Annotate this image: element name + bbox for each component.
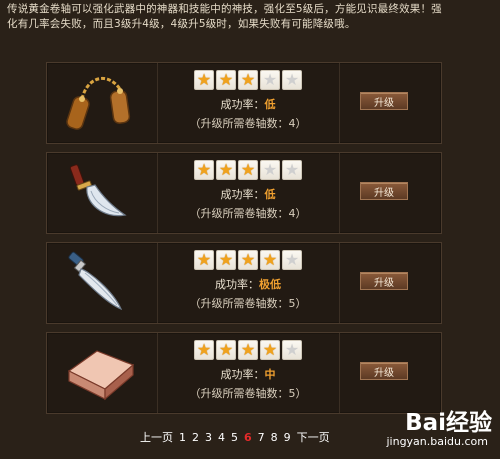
star-filled-icon: ★ xyxy=(238,160,258,180)
scroll-requirement: （升级所需卷轴数：5） xyxy=(189,387,307,400)
action-cell: 升级 xyxy=(340,153,443,233)
upgrade-button[interactable]: 升级 xyxy=(360,362,408,380)
star-filled-icon: ★ xyxy=(194,70,214,90)
page-link-3[interactable]: 3 xyxy=(205,431,212,444)
action-cell: 升级 xyxy=(340,243,443,323)
upgrade-row: ★ ★ ★ ★ ★ 成功率：低 （升级所需卷轴数：4） 升级 xyxy=(46,152,442,234)
page-link-5[interactable]: 5 xyxy=(231,431,238,444)
star-filled-icon: ★ xyxy=(194,340,214,360)
success-rate-label: 成功率： xyxy=(215,278,259,291)
star-empty-icon: ★ xyxy=(282,160,302,180)
upgrade-button[interactable]: 升级 xyxy=(360,182,408,200)
dagger-icon xyxy=(68,251,123,311)
page-link-8[interactable]: 8 xyxy=(271,431,278,444)
upgrade-row: ★ ★ ★ ★ ★ 成功率：中 （升级所需卷轴数：5） 升级 xyxy=(46,332,442,414)
star-filled-icon: ★ xyxy=(216,250,236,270)
upgrade-row: ★ ★ ★ ★ ★ 成功率：极低 （升级所需卷轴数：5） 升级 xyxy=(46,242,442,324)
star-filled-icon: ★ xyxy=(216,340,236,360)
watermark-logo: Bai经验 xyxy=(405,410,492,436)
success-rate: 成功率：低 xyxy=(157,186,339,201)
success-rate: 成功率：低 xyxy=(157,96,339,111)
upgrade-row: ★ ★ ★ ★ ★ 成功率：低 （升级所需卷轴数：4） 升级 xyxy=(46,62,442,144)
scroll-requirement: （升级所需卷轴数：4） xyxy=(189,207,307,220)
item-info-cell: ★ ★ ★ ★ ★ 成功率：极低 （升级所需卷轴数：5） xyxy=(157,243,340,323)
intro-text: 传说黄金卷轴可以强化武器中的神器和技能中的神技，强化至5级后，方能见识最终效果！… xyxy=(7,2,493,32)
item-image-cell xyxy=(47,333,158,413)
page-link-7[interactable]: 7 xyxy=(258,431,265,444)
page-link-2[interactable]: 2 xyxy=(192,431,199,444)
current-page: 6 xyxy=(244,430,252,444)
item-image-cell xyxy=(47,63,158,143)
star-filled-icon: ★ xyxy=(238,340,258,360)
action-cell: 升级 xyxy=(340,63,443,143)
star-rating: ★ ★ ★ ★ ★ xyxy=(157,160,339,182)
item-image-cell xyxy=(47,153,158,233)
success-rate-value: 低 xyxy=(264,98,276,111)
item-info-cell: ★ ★ ★ ★ ★ 成功率：中 （升级所需卷轴数：5） xyxy=(157,333,340,413)
star-filled-icon: ★ xyxy=(238,70,258,90)
star-filled-icon: ★ xyxy=(260,340,280,360)
star-empty-icon: ★ xyxy=(260,70,280,90)
star-filled-icon: ★ xyxy=(194,250,214,270)
star-rating: ★ ★ ★ ★ ★ xyxy=(157,70,339,92)
action-cell: 升级 xyxy=(340,333,443,413)
success-rate-value: 极低 xyxy=(259,278,281,291)
star-empty-icon: ★ xyxy=(282,250,302,270)
nunchaku-icon xyxy=(66,77,131,130)
page-link-4[interactable]: 4 xyxy=(218,431,225,444)
success-rate-label: 成功率： xyxy=(220,368,265,381)
star-empty-icon: ★ xyxy=(260,160,280,180)
success-rate-value: 中 xyxy=(264,368,276,381)
star-rating: ★ ★ ★ ★ ★ xyxy=(157,340,339,362)
intro-line-1: 传说黄金卷轴可以强化武器中的神器和技能中的神技，强化至5级后，方能见识最终效果！… xyxy=(7,3,442,15)
page-link-9[interactable]: 9 xyxy=(284,431,291,444)
star-empty-icon: ★ xyxy=(282,340,302,360)
item-info-cell: ★ ★ ★ ★ ★ 成功率：低 （升级所需卷轴数：4） xyxy=(157,63,340,143)
next-page-link[interactable]: 下一页 xyxy=(297,429,330,445)
star-filled-icon: ★ xyxy=(216,70,236,90)
success-rate-label: 成功率： xyxy=(220,98,265,111)
success-rate-label: 成功率： xyxy=(220,188,265,201)
success-rate-value: 低 xyxy=(264,188,276,201)
scroll-requirement: （升级所需卷轴数：4） xyxy=(189,117,307,130)
upgrade-list: ★ ★ ★ ★ ★ 成功率：低 （升级所需卷轴数：4） 升级 ★ ★ ★ ★ ★… xyxy=(46,62,442,422)
curved-blade-icon xyxy=(69,164,127,217)
star-filled-icon: ★ xyxy=(238,250,258,270)
star-rating: ★ ★ ★ ★ ★ xyxy=(157,250,339,272)
watermark-url: jingyan.baidu.com xyxy=(386,435,488,448)
success-rate: 成功率：中 xyxy=(157,366,339,381)
upgrade-button[interactable]: 升级 xyxy=(360,272,408,290)
item-image-cell xyxy=(47,243,158,323)
star-filled-icon: ★ xyxy=(216,160,236,180)
brick-icon xyxy=(67,350,135,401)
intro-line-2: 化有几率会失败，而且3级升4级，4级升5级时，如果失败有可能降级哦。 xyxy=(7,18,356,30)
page-link-1[interactable]: 1 xyxy=(179,431,186,444)
upgrade-button[interactable]: 升级 xyxy=(360,92,408,110)
item-info-cell: ★ ★ ★ ★ ★ 成功率：低 （升级所需卷轴数：4） xyxy=(157,153,340,233)
prev-page-link[interactable]: 上一页 xyxy=(140,429,173,445)
star-empty-icon: ★ xyxy=(282,70,302,90)
scroll-requirement: （升级所需卷轴数：5） xyxy=(189,297,307,310)
pagination: 上一页 1 2 3 4 5 6 7 8 9 下一页 xyxy=(140,429,330,445)
baidu-jingyan-watermark: Bai经验 jingyan.baidu.com xyxy=(342,403,492,455)
star-filled-icon: ★ xyxy=(194,160,214,180)
star-filled-icon: ★ xyxy=(260,250,280,270)
success-rate: 成功率：极低 xyxy=(157,276,339,291)
